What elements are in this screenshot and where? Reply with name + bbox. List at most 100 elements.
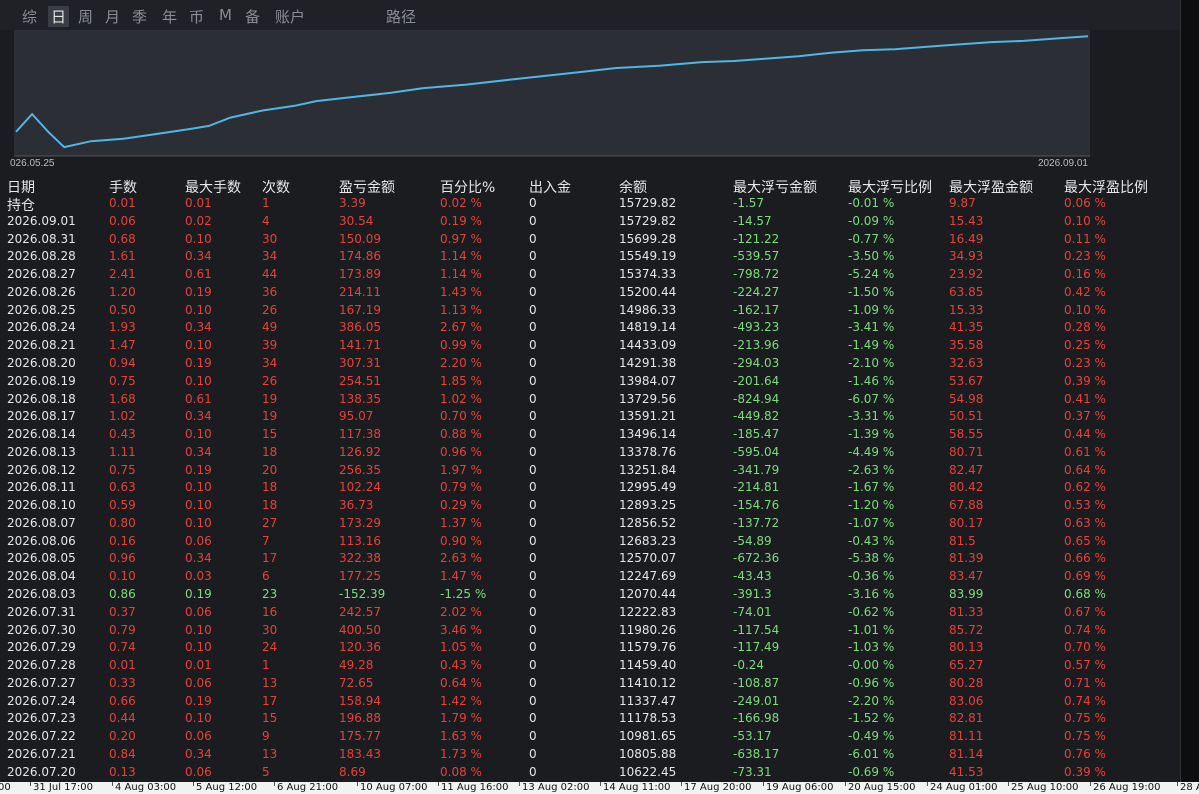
cell-count: 44 [262, 267, 278, 282]
tab-7[interactable]: M [219, 6, 232, 24]
cell-count: 36 [262, 284, 278, 299]
table-row[interactable]: 2026.07.21 0.84 0.34 13 183.43 1.73 % 0 10805.8… [0, 747, 1180, 765]
cell-max-float-loss-pct: -0.43 % [848, 533, 895, 548]
table-row[interactable]: 2026.07.30 0.79 0.10 30 400.50 3.46 % 0 11980.2… [0, 623, 1180, 641]
table-row[interactable]: 2026.08.24 1.93 0.34 49 386.05 2.67 % 0 14819.1… [0, 320, 1180, 338]
cell-pnl: 8.69 [339, 764, 366, 779]
cell-pnl: 113.16 [339, 533, 381, 548]
table-row[interactable]: 2026.08.26 1.20 0.19 36 214.11 1.43 % 0 15200.4… [0, 285, 1180, 303]
tab-2[interactable]: 周 [78, 6, 93, 27]
table-row[interactable]: 2026.07.31 0.37 0.06 16 242.57 2.02 % 0 12222.8… [0, 605, 1180, 623]
header-max-lots[interactable]: 最大手数 [185, 177, 241, 197]
table-row[interactable]: 2026.08.07 0.80 0.10 27 173.29 1.37 % 0 12856.5… [0, 516, 1180, 534]
cell-deposit: 0 [529, 693, 537, 708]
table-row[interactable]: 2026.08.14 0.43 0.10 15 117.38 0.88 % 0 13496.1… [0, 427, 1180, 445]
table-header: 日期 手数 最大手数 次数 盈亏金额 百分比% 出入金 余额 最大浮亏金额 最大浮亏比例 最大浮盈金… [0, 177, 1180, 197]
tab-8[interactable]: 备 [245, 6, 260, 27]
cell-date: 2026.07.27 [7, 675, 76, 690]
time-label: 10 Aug 07:00 [360, 782, 428, 793]
table-row[interactable]: 2026.09.01 0.06 0.02 4 30.54 0.19 % 0 15729.82 -… [0, 214, 1180, 232]
table-row[interactable]: 2026.08.21 1.47 0.10 39 141.71 0.99 % 0 14433.0… [0, 338, 1180, 356]
cell-pnl: 254.51 [339, 373, 381, 388]
cell-max-lots: 0.10 [185, 231, 212, 246]
cell-max-lots: 0.19 [185, 284, 212, 299]
header-balance[interactable]: 余额 [619, 177, 647, 197]
tab-3[interactable]: 月 [105, 6, 120, 27]
header-deposit[interactable]: 出入金 [529, 177, 571, 197]
cell-count: 1 [262, 658, 270, 672]
table-row[interactable]: 2026.07.29 0.74 0.10 24 120.36 1.05 % 0 11579.7… [0, 640, 1180, 658]
cell-pnl: 175.77 [339, 729, 381, 744]
header-max-float-loss[interactable]: 最大浮亏金额 [733, 177, 817, 197]
table-row[interactable]: 2026.07.27 0.33 0.06 13 72.65 0.64 % 0 11410.12… [0, 676, 1180, 694]
table-row[interactable]: 2026.08.11 0.63 0.10 18 102.24 0.79 % 0 12995.4… [0, 480, 1180, 498]
table-row[interactable]: 2026.08.12 0.75 0.19 20 256.35 1.97 % 0 13251.8… [0, 463, 1180, 481]
table-row[interactable]: 持仓 0.01 0.01 1 3.39 0.02 % 0 15729.82 -1.57 -0.01… [0, 196, 1180, 214]
cell-balance: 12222.83 [619, 604, 677, 619]
tab-1[interactable]: 日 [48, 6, 70, 27]
tab-10[interactable]: 路径 [386, 6, 416, 27]
cell-pnl: 242.57 [339, 604, 381, 619]
header-count[interactable]: 次数 [262, 177, 290, 197]
table-row[interactable]: 2026.08.27 2.41 0.61 44 173.89 1.14 % 0 15374.3… [0, 267, 1180, 285]
table-row[interactable]: 2026.07.22 0.20 0.06 9 175.77 1.63 % 0 10981.65… [0, 729, 1180, 747]
cell-deposit: 0 [529, 284, 537, 299]
cell-max-float-loss: -137.72 [733, 515, 780, 530]
cell-percent: -1.25 % [440, 586, 487, 601]
header-max-float-profit-pct[interactable]: 最大浮盈比例 [1064, 177, 1148, 197]
table-row[interactable]: 2026.08.17 1.02 0.34 19 95.07 0.70 % 0 13591.21… [0, 409, 1180, 427]
tab-6[interactable]: 币 [189, 6, 204, 27]
table-row[interactable]: 2026.08.03 0.86 0.19 23 -152.39 -1.25 % 0 12070… [0, 587, 1180, 605]
cell-lots: 1.20 [109, 284, 136, 299]
cell-deposit: 0 [529, 569, 537, 584]
tab-9[interactable]: 账户 [275, 6, 305, 27]
cell-lots: 1.61 [109, 249, 136, 264]
header-pnl[interactable]: 盈亏金额 [339, 177, 395, 197]
cell-lots: 0.44 [109, 711, 136, 726]
cell-max-float-profit: 80.17 [949, 515, 984, 530]
table-row[interactable]: 2026.08.31 0.68 0.10 30 150.09 0.97 % 0 15699.2… [0, 232, 1180, 250]
table-row[interactable]: 2026.08.13 1.11 0.34 18 126.92 0.96 % 0 13378.7… [0, 445, 1180, 463]
table-row[interactable]: 2026.07.28 0.01 0.01 1 49.28 0.43 % 0 11459.40 -… [0, 658, 1180, 676]
header-max-float-profit[interactable]: 最大浮盈金额 [949, 177, 1033, 197]
table-row[interactable]: 2026.08.25 0.50 0.10 26 167.19 1.13 % 0 14986.3… [0, 303, 1180, 321]
cell-balance: 11579.76 [619, 640, 677, 655]
cell-max-lots: 0.06 [185, 604, 212, 619]
cell-count: 24 [262, 640, 278, 655]
cell-max-float-loss: -798.72 [733, 267, 780, 282]
cell-balance: 11178.53 [619, 711, 677, 726]
cell-date: 2026.08.27 [7, 267, 76, 282]
header-date[interactable]: 日期 [7, 177, 35, 197]
cell-deposit: 0 [529, 320, 537, 335]
cell-count: 5 [262, 764, 270, 779]
table-row[interactable]: 2026.08.28 1.61 0.34 34 174.86 1.14 % 0 15549.1… [0, 249, 1180, 267]
table-row[interactable]: 2026.08.20 0.94 0.19 34 307.31 2.20 % 0 14291.3… [0, 356, 1180, 374]
header-max-float-loss-pct[interactable]: 最大浮亏比例 [848, 177, 932, 197]
table-row[interactable]: 2026.08.10 0.59 0.10 18 36.73 0.29 % 0 12893.25… [0, 498, 1180, 516]
cell-max-float-loss-pct: -3.31 % [848, 409, 895, 424]
header-percent[interactable]: 百分比% [440, 177, 495, 197]
table-row[interactable]: 2026.08.19 0.75 0.10 26 254.51 1.85 % 0 13984.0… [0, 374, 1180, 392]
header-lots[interactable]: 手数 [109, 177, 137, 197]
cell-max-float-loss: -117.54 [733, 622, 780, 637]
cell-percent: 0.90 % [440, 533, 482, 548]
cell-max-float-profit: 82.81 [949, 711, 984, 726]
cell-date: 2026.07.29 [7, 640, 76, 655]
tab-0[interactable]: 综 [22, 6, 37, 27]
cell-max-float-loss: -14.57 [733, 213, 772, 228]
table-row[interactable]: 2026.07.24 0.66 0.19 17 158.94 1.42 % 0 11337.4… [0, 694, 1180, 712]
table-row[interactable]: 2026.08.18 1.68 0.61 19 138.35 1.02 % 0 13729.5… [0, 392, 1180, 410]
table-row[interactable]: 2026.08.05 0.96 0.34 17 322.38 2.63 % 0 12570.0… [0, 551, 1180, 569]
tab-5[interactable]: 年 [162, 6, 177, 27]
tab-4[interactable]: 季 [132, 6, 147, 27]
table-row[interactable]: 2026.08.06 0.16 0.06 7 113.16 0.90 % 0 12683.23… [0, 534, 1180, 552]
cell-pnl: 214.11 [339, 284, 381, 299]
table-row[interactable]: 2026.08.04 0.10 0.03 6 177.25 1.47 % 0 12247.69… [0, 569, 1180, 587]
table-row[interactable]: 2026.07.23 0.44 0.10 15 196.88 1.79 % 0 11178.5… [0, 711, 1180, 729]
cell-deposit: 0 [529, 622, 537, 637]
cell-max-float-profit: 81.5 [949, 533, 976, 548]
time-label: 4 Aug 03:00 [115, 782, 177, 793]
cell-count: 34 [262, 249, 278, 264]
table-row[interactable]: 2026.07.20 0.13 0.06 5 8.69 0.08 % 0 10622.45 -7… [0, 765, 1180, 783]
cell-lots: 0.84 [109, 746, 136, 761]
